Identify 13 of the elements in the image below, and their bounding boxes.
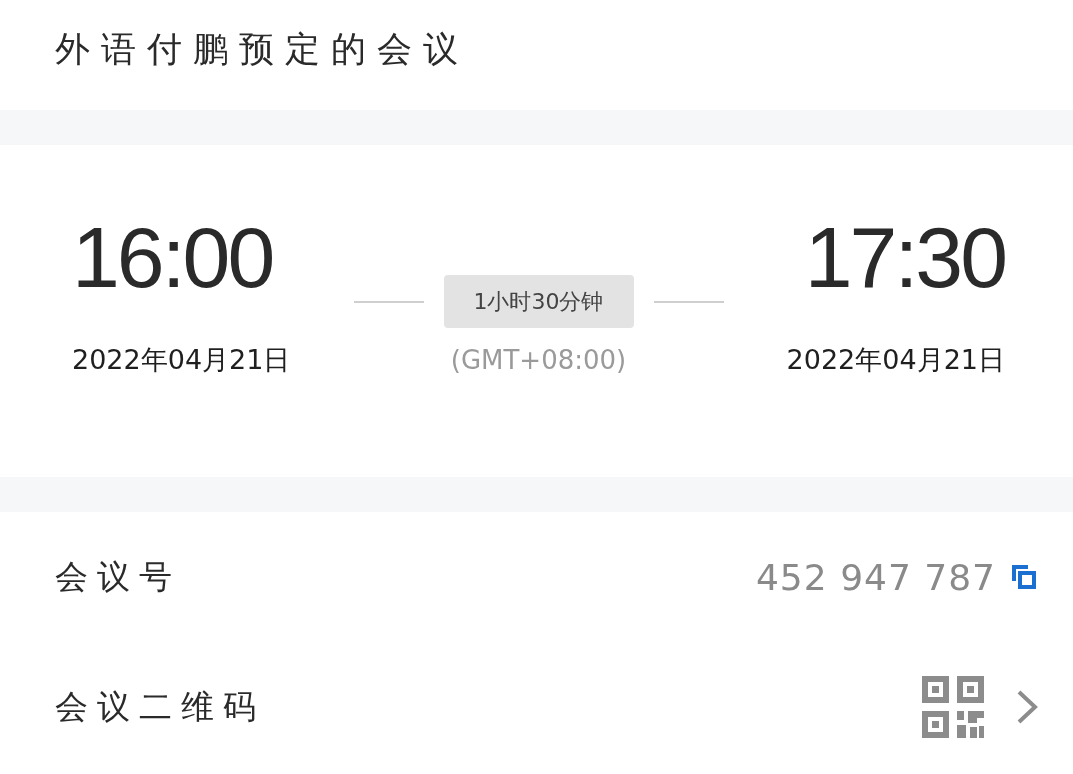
meeting-title: 外语付鹏预定的会议 <box>55 27 469 71</box>
qr-code-label: 会议二维码 <box>55 685 265 728</box>
end-time: 17:30 <box>804 208 1005 307</box>
start-date: 2022年04月21日 <box>72 343 291 377</box>
chevron-right-icon[interactable] <box>1016 689 1038 725</box>
copy-icon[interactable] <box>1010 563 1038 591</box>
meeting-id-label: 会议号 <box>55 555 181 598</box>
start-time: 16:00 <box>72 208 273 307</box>
end-date: 2022年04月21日 <box>786 343 1005 377</box>
qr-code-icon[interactable] <box>922 676 984 738</box>
duration-badge: 1小时30分钟 <box>443 275 634 328</box>
meeting-id-value: 452 947 787 <box>755 556 996 598</box>
timezone-text: (GMT+08:00) <box>450 344 627 377</box>
